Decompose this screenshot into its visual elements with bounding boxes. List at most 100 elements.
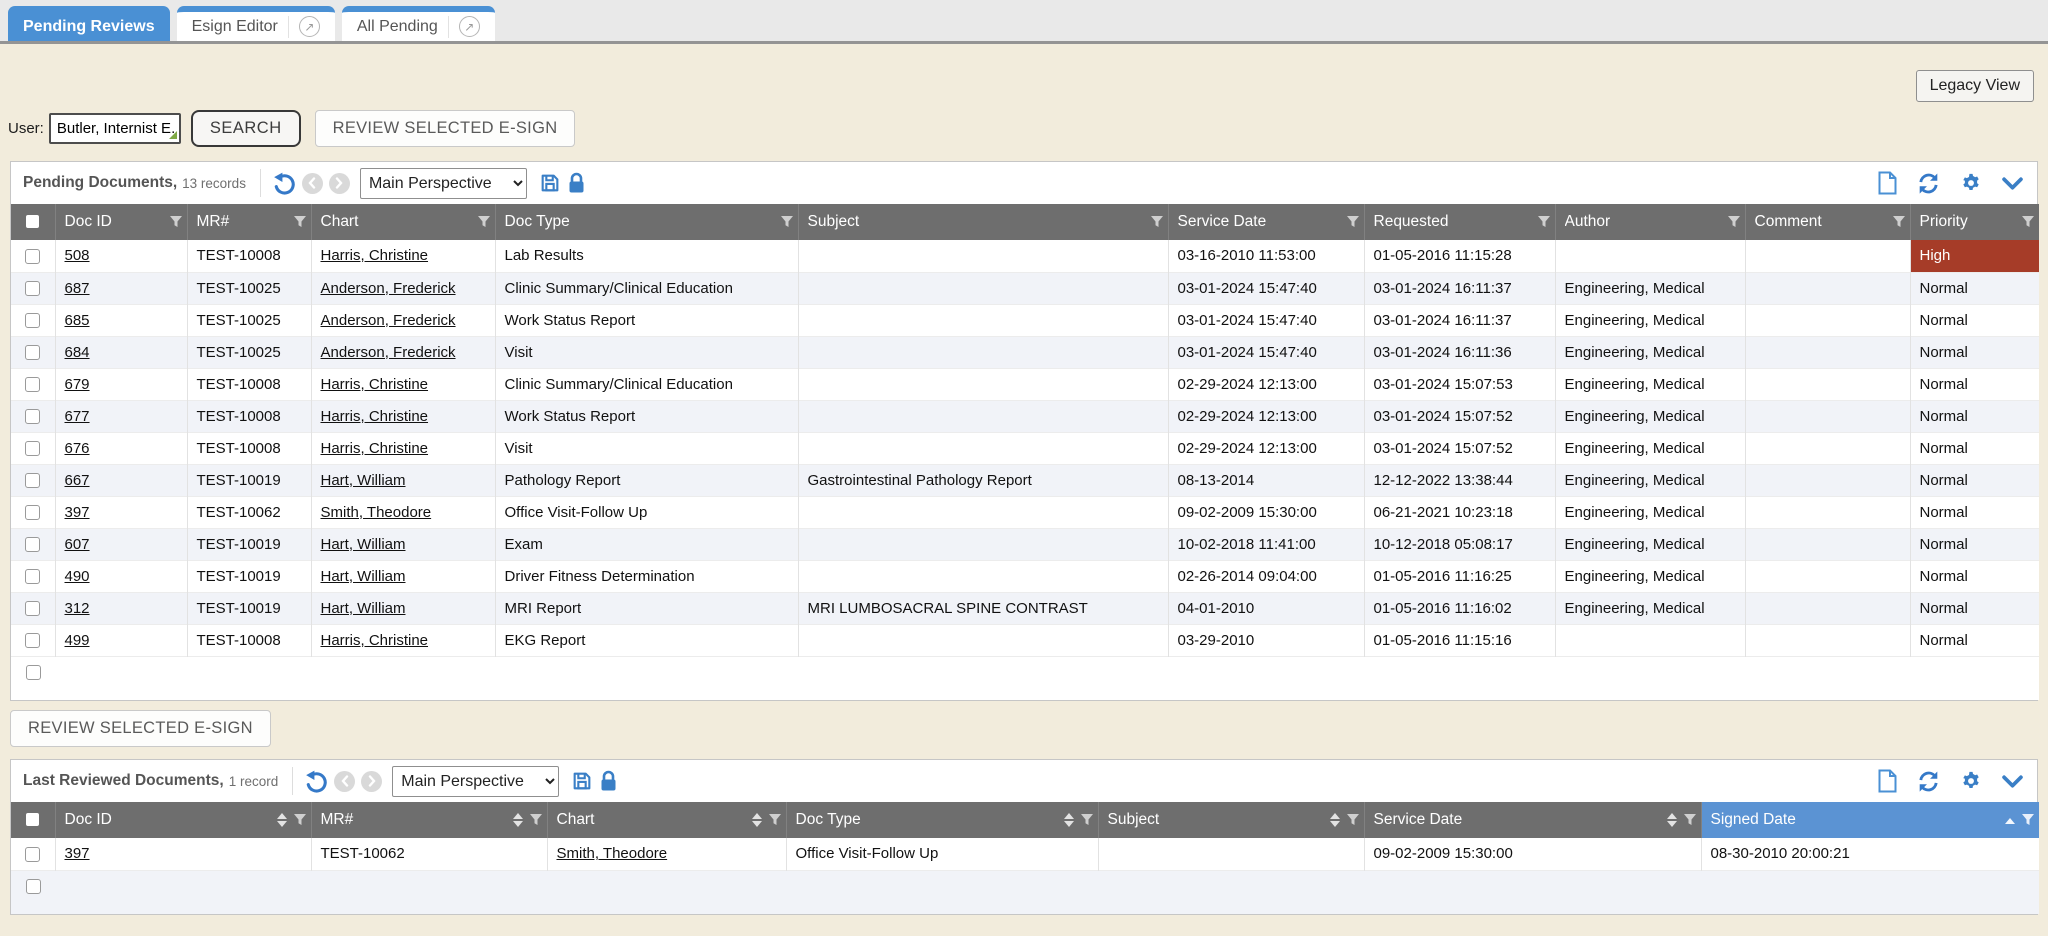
new-document-icon[interactable]	[1877, 171, 1897, 195]
sort-icon[interactable]	[513, 813, 523, 827]
sort-icon[interactable]	[1064, 813, 1074, 827]
cell-chart-link[interactable]: Harris, Christine	[311, 368, 495, 400]
table-row[interactable]: 508 TEST-10008 Harris, Christine Lab Res…	[11, 240, 2039, 272]
filter-icon[interactable]	[477, 215, 491, 229]
column-header-chart[interactable]: Chart	[547, 802, 786, 838]
row-checkbox[interactable]	[25, 441, 40, 456]
table-row[interactable]: 677 TEST-10008 Harris, Christine Work St…	[11, 400, 2039, 432]
cell-doc-id-link[interactable]: 677	[55, 400, 187, 432]
reviewed-perspective-select[interactable]: Main Perspective	[392, 766, 559, 797]
sort-icon[interactable]	[1330, 813, 1340, 827]
row-checkbox[interactable]	[25, 847, 40, 862]
filter-icon[interactable]	[1537, 215, 1551, 229]
cell-chart-link[interactable]: Anderson, Frederick	[311, 304, 495, 336]
undo-icon[interactable]	[273, 172, 296, 195]
legacy-view-button[interactable]: Legacy View	[1916, 70, 2034, 102]
tab-pending-reviews[interactable]: Pending Reviews	[8, 6, 170, 41]
filter-icon[interactable]	[1150, 215, 1164, 229]
row-checkbox[interactable]	[25, 409, 40, 424]
table-row[interactable]: 499 TEST-10008 Harris, Christine EKG Rep…	[11, 624, 2039, 656]
filter-icon[interactable]	[529, 813, 543, 827]
sort-icon[interactable]	[277, 813, 287, 827]
table-row[interactable]: 312 TEST-10019 Hart, William MRI Report …	[11, 592, 2039, 624]
next-page-icon[interactable]	[329, 173, 350, 194]
cell-chart-link[interactable]: Harris, Christine	[311, 400, 495, 432]
filter-icon[interactable]	[1892, 215, 1906, 229]
filter-icon[interactable]	[1346, 215, 1360, 229]
pending-perspective-select[interactable]: Main Perspective	[360, 168, 527, 199]
prev-page-icon[interactable]	[334, 771, 355, 792]
search-button[interactable]: SEARCH	[191, 110, 301, 147]
row-checkbox[interactable]	[25, 537, 40, 552]
cell-doc-id-link[interactable]: 508	[55, 240, 187, 272]
select-all-checkbox[interactable]	[26, 215, 39, 228]
row-checkbox[interactable]	[25, 473, 40, 488]
row-checkbox[interactable]	[25, 505, 40, 520]
save-perspective-icon[interactable]	[571, 770, 593, 792]
cell-doc-id-link[interactable]: 687	[55, 272, 187, 304]
cell-chart-link[interactable]: Hart, William	[311, 464, 495, 496]
column-header-doc-id[interactable]: Doc ID	[55, 802, 311, 838]
table-row[interactable]: 684 TEST-10025 Anderson, Frederick Visit…	[11, 336, 2039, 368]
row-checkbox[interactable]	[25, 601, 40, 616]
column-header-signed-date-sorted[interactable]: Signed Date	[1701, 802, 2039, 838]
new-document-icon[interactable]	[1877, 769, 1897, 793]
cell-doc-id-link[interactable]: 667	[55, 464, 187, 496]
settings-gear-icon[interactable]	[1960, 770, 1982, 792]
cell-chart-link[interactable]: Anderson, Frederick	[311, 336, 495, 368]
cell-doc-id-link[interactable]: 397	[55, 496, 187, 528]
table-row[interactable]: 676 TEST-10008 Harris, Christine Visit 0…	[11, 432, 2039, 464]
cell-chart-link[interactable]: Harris, Christine	[311, 240, 495, 272]
row-checkbox[interactable]	[25, 377, 40, 392]
tab-esign-editor[interactable]: Esign Editor ↗	[177, 6, 335, 41]
table-row[interactable]: 687 TEST-10025 Anderson, Frederick Clini…	[11, 272, 2039, 304]
filter-icon[interactable]	[2021, 215, 2035, 229]
filter-icon[interactable]	[1683, 813, 1697, 827]
prev-page-icon[interactable]	[302, 173, 323, 194]
filter-icon[interactable]	[169, 215, 183, 229]
row-checkbox[interactable]	[25, 281, 40, 296]
cell-chart-link[interactable]: Smith, Theodore	[311, 496, 495, 528]
column-header-mr[interactable]: MR#	[311, 802, 547, 838]
cell-doc-id-link[interactable]: 490	[55, 560, 187, 592]
review-selected-esign-button-top[interactable]: REVIEW SELECTED E-SIGN	[315, 110, 576, 147]
column-header-doc-type[interactable]: Doc Type	[786, 802, 1098, 838]
undo-icon[interactable]	[305, 770, 328, 793]
refresh-icon[interactable]	[1917, 172, 1940, 195]
table-row[interactable]: 685 TEST-10025 Anderson, Frederick Work …	[11, 304, 2039, 336]
cell-doc-id-link[interactable]: 676	[55, 432, 187, 464]
row-checkbox[interactable]	[25, 569, 40, 584]
cell-chart-link[interactable]: Hart, William	[311, 528, 495, 560]
column-header-subject[interactable]: Subject	[1098, 802, 1364, 838]
settings-gear-icon[interactable]	[1960, 172, 1982, 194]
user-input[interactable]	[49, 113, 181, 144]
sort-ascending-icon[interactable]	[2005, 811, 2015, 829]
row-checkbox[interactable]	[25, 313, 40, 328]
review-selected-esign-button-bottom[interactable]: REVIEW SELECTED E-SIGN	[10, 710, 271, 747]
next-page-icon[interactable]	[361, 771, 382, 792]
filter-icon[interactable]	[1346, 813, 1360, 827]
table-row[interactable]: 667 TEST-10019 Hart, William Pathology R…	[11, 464, 2039, 496]
external-link-icon[interactable]: ↗	[299, 16, 320, 37]
filter-icon[interactable]	[2021, 813, 2035, 827]
cell-doc-id-link[interactable]: 607	[55, 528, 187, 560]
save-perspective-icon[interactable]	[539, 172, 561, 194]
cell-doc-id-link[interactable]: 685	[55, 304, 187, 336]
cell-chart-link[interactable]: Hart, William	[311, 592, 495, 624]
tab-all-pending[interactable]: All Pending ↗	[342, 6, 495, 41]
filter-icon[interactable]	[1080, 813, 1094, 827]
row-checkbox[interactable]	[25, 345, 40, 360]
filter-icon[interactable]	[1727, 215, 1741, 229]
sort-icon[interactable]	[1667, 813, 1677, 827]
external-link-icon[interactable]: ↗	[459, 16, 480, 37]
cell-doc-id-link[interactable]: 679	[55, 368, 187, 400]
select-all-checkbox[interactable]	[26, 813, 39, 826]
table-row[interactable]: 607 TEST-10019 Hart, William Exam 10-02-…	[11, 528, 2039, 560]
collapse-chevron-icon[interactable]	[2002, 775, 2023, 788]
row-checkbox[interactable]	[25, 633, 40, 648]
lock-perspective-icon[interactable]	[599, 770, 618, 792]
filter-icon[interactable]	[780, 215, 794, 229]
table-row[interactable]: 679 TEST-10008 Harris, Christine Clinic …	[11, 368, 2039, 400]
filter-icon[interactable]	[768, 813, 782, 827]
cell-chart-link[interactable]: Anderson, Frederick	[311, 272, 495, 304]
